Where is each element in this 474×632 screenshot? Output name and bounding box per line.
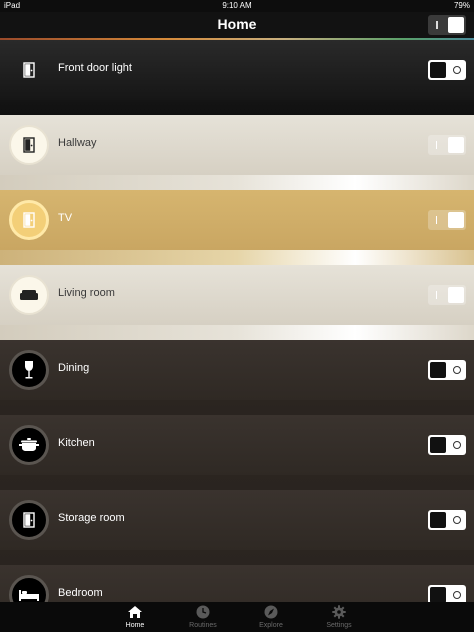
status-bar: iPad 9:10 AM 79%: [0, 0, 474, 12]
room-row[interactable]: Bedroom: [0, 565, 474, 602]
room-row[interactable]: Living room: [0, 265, 474, 340]
room-name: Living room: [58, 287, 115, 299]
tab-home[interactable]: Home: [105, 602, 165, 632]
room-light-toggle[interactable]: [428, 360, 466, 380]
tab-label: Explore: [259, 622, 283, 629]
room-name: Front door light: [58, 62, 132, 74]
room-light-toggle[interactable]: [428, 210, 466, 230]
room-name: Hallway: [58, 137, 97, 149]
battery-level: 79%: [453, 1, 470, 10]
clock-icon: [195, 605, 211, 619]
home-icon: [127, 605, 143, 619]
door-icon: [9, 50, 49, 90]
tab-explore[interactable]: Explore: [241, 602, 301, 632]
tab-bar: Home Routines Explore Settings: [0, 602, 474, 632]
room-row[interactable]: Kitchen: [0, 415, 474, 490]
room-light-toggle[interactable]: [428, 435, 466, 455]
page-title: Home: [217, 16, 257, 32]
gear-icon: [331, 605, 347, 619]
status-time: 9:10 AM: [222, 1, 252, 10]
door-icon: [9, 125, 49, 165]
room-row[interactable]: Front door light: [0, 40, 474, 115]
door-icon: [9, 200, 49, 240]
room-name: Kitchen: [58, 437, 95, 449]
door-icon: [9, 500, 49, 540]
sofa-icon: [9, 275, 49, 315]
room-name: Bedroom: [58, 587, 103, 599]
compass-icon: [263, 605, 279, 619]
tab-label: Home: [125, 622, 145, 629]
room-row[interactable]: TV: [0, 190, 474, 265]
room-light-toggle[interactable]: [428, 285, 466, 305]
room-light-toggle[interactable]: [428, 135, 466, 155]
room-name: Dining: [58, 362, 90, 374]
tab-settings[interactable]: Settings: [309, 602, 369, 632]
cooking-pot-icon: [9, 425, 49, 465]
tab-label: Settings: [326, 622, 352, 629]
room-light-toggle[interactable]: [428, 60, 466, 80]
room-light-toggle[interactable]: [428, 585, 466, 602]
master-light-toggle[interactable]: [428, 15, 466, 35]
room-name: TV: [58, 212, 73, 224]
tab-label: Routines: [189, 622, 217, 629]
nav-bar: Home: [0, 12, 474, 38]
room-row[interactable]: Storage room: [0, 490, 474, 565]
room-list: Front door light Hallway TV Living room Dini…: [0, 40, 474, 602]
room-name: Storage room: [58, 512, 125, 524]
tab-routines[interactable]: Routines: [173, 602, 233, 632]
room-row[interactable]: Hallway: [0, 115, 474, 190]
room-light-toggle[interactable]: [428, 510, 466, 530]
room-row[interactable]: Dining: [0, 340, 474, 415]
wine-glass-icon: [9, 350, 49, 390]
